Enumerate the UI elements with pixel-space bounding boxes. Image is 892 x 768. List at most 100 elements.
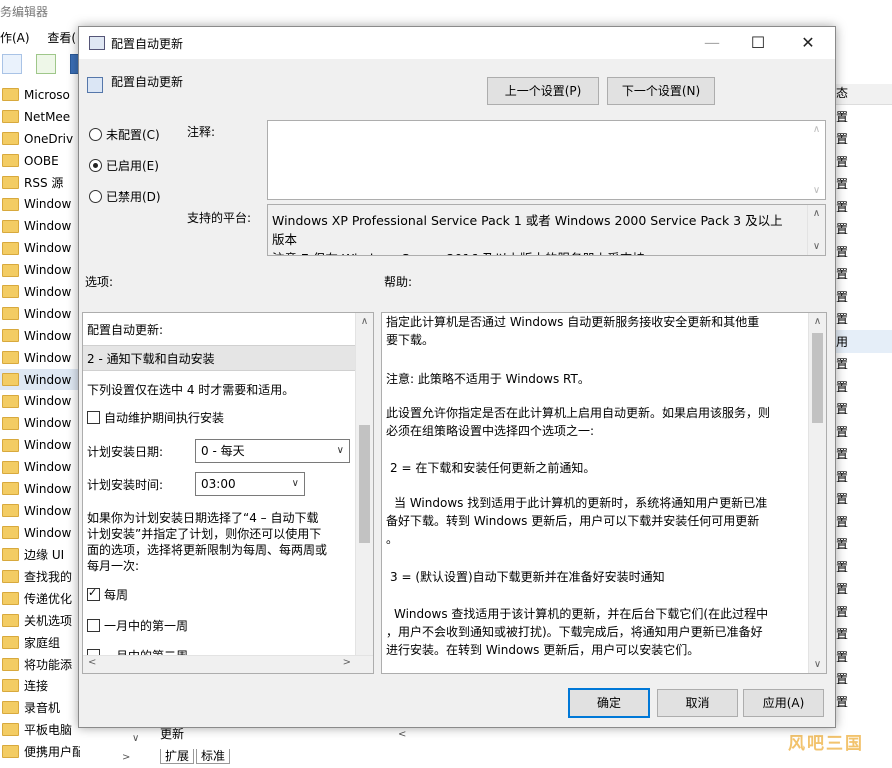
tree-item[interactable]: Window [0,303,80,325]
tree-item[interactable]: Window [0,434,80,456]
tree-item[interactable]: 边缘 UI [0,544,80,566]
setting-state-cell[interactable]: 置 [830,285,892,308]
tree-item[interactable]: Window [0,215,80,237]
tree-item[interactable]: 传递优化 [0,587,80,609]
options-vertical-scrollbar[interactable]: ∧ [355,313,373,656]
setting-state-cell[interactable]: 置 [830,488,892,511]
cancel-button[interactable]: 取消 [657,689,738,717]
install-day-combo[interactable]: 0 - 每天 ∨ [195,439,350,463]
dialog-titlebar[interactable]: 配置自动更新 — ☐ ✕ [79,27,835,59]
scroll-left-icon[interactable]: < [88,657,96,668]
tree-item[interactable]: 家庭组 [0,631,80,653]
maintenance-checkbox[interactable]: 自动维护期间执行安装 [87,409,224,426]
scroll-up-icon[interactable]: ∧ [808,205,825,222]
scroll-right-icon[interactable]: > [343,657,351,668]
tree-item[interactable]: 关机选项 [0,609,80,631]
tree-item[interactable]: Microso [0,84,80,106]
setting-state-cell[interactable]: 置 [830,645,892,668]
weekly-checkbox[interactable]: 每周 [87,586,128,603]
setting-state-cell[interactable]: 置 [830,398,892,421]
platform-scrollbar[interactable]: ∧ ∨ [807,205,825,255]
setting-state-cell[interactable]: 用 [830,330,892,353]
setting-state-cell[interactable]: 置 [830,195,892,218]
tree-item[interactable]: 连接 [0,675,80,697]
tree-item[interactable]: 查找我的 [0,566,80,588]
setting-state-cell[interactable]: 置 [830,308,892,331]
ok-button[interactable]: 确定 [568,688,650,718]
tree-item[interactable]: Window [0,412,80,434]
setting-state-cell[interactable]: 置 [830,240,892,263]
tree-item[interactable]: Window [0,456,80,478]
comment-textarea[interactable]: ∧ ∨ [267,120,826,200]
tree-item[interactable]: Window [0,390,80,412]
tree-item[interactable]: OneDriv [0,128,80,150]
scroll-down-icon[interactable]: ∨ [808,182,825,199]
setting-state-cell[interactable]: 置 [830,150,892,173]
setting-state-cell[interactable]: 置 [830,578,892,601]
list-scroll-left-icon[interactable]: < [398,729,406,740]
setting-state-cell[interactable]: 置 [830,420,892,443]
setting-state-cell[interactable]: 置 [830,105,892,128]
scroll-thumb[interactable] [812,333,823,423]
scroll-down-icon[interactable]: ∨ [809,656,826,673]
setting-state-cell[interactable]: 置 [830,510,892,533]
update-mode-select[interactable]: 2 - 通知下载和自动安装 [83,345,355,371]
tab-standard[interactable]: 标准 [196,749,231,764]
minimize-icon[interactable]: — [689,31,735,55]
state-column-header[interactable]: 态 [830,84,892,105]
tree-item[interactable]: RSS 源 [0,172,80,194]
install-time-combo[interactable]: 03:00 ∨ [195,472,305,496]
scroll-up-icon[interactable]: ∧ [808,121,825,138]
setting-state-cell[interactable]: 置 [830,218,892,241]
scroll-down-icon[interactable]: ∨ [808,238,825,255]
first-week-checkbox[interactable]: 一月中的第一周 [87,617,188,634]
tree-item[interactable]: Window [0,325,80,347]
scroll-thumb[interactable] [359,425,370,543]
close-icon[interactable]: ✕ [785,31,831,55]
maximize-icon[interactable]: ☐ [735,31,781,55]
setting-state-cell[interactable]: 置 [830,533,892,556]
menu-view[interactable]: 查看( [47,31,76,45]
setting-state-cell[interactable]: 置 [830,465,892,488]
setting-state-cell[interactable]: 置 [830,375,892,398]
setting-state-cell[interactable]: 置 [830,555,892,578]
scroll-up-icon[interactable]: ∧ [809,313,826,330]
tree-item[interactable]: Window [0,193,80,215]
next-setting-button[interactable]: 下一个设置(N) [607,77,715,105]
tree-item[interactable]: 录音机 [0,697,80,719]
help-scrollbar[interactable]: ∧ ∨ [808,313,826,673]
setting-state-cell[interactable]: 置 [830,263,892,286]
tree-item[interactable]: Window [0,478,80,500]
radio-disabled[interactable]: 已禁用(D) [89,188,161,205]
tree-item[interactable]: Window [0,368,80,391]
setting-state-cell[interactable]: 置 [830,623,892,646]
apply-button[interactable]: 应用(A) [743,689,824,717]
setting-state-cell[interactable]: 置 [830,173,892,196]
tree-item[interactable]: 将功能添 [0,653,80,675]
radio-enabled[interactable]: 已启用(E) [89,157,159,174]
tree-item[interactable]: Window [0,522,80,544]
radio-not-configured[interactable]: 未配置(C) [89,126,160,143]
tab-extended[interactable]: 扩展 [160,749,195,764]
tree-scroll-right-icon[interactable]: > [122,752,130,763]
tree-item[interactable]: NetMee [0,106,80,128]
tree-item[interactable]: Window [0,237,80,259]
setting-state-cell[interactable]: 置 [830,600,892,623]
previous-setting-button[interactable]: 上一个设置(P) [487,77,599,105]
comment-scrollbar[interactable]: ∧ ∨ [808,121,825,199]
tree-item[interactable]: OOBE [0,150,80,172]
menu-action[interactable]: 作(A) [0,31,30,45]
scroll-up-icon[interactable]: ∧ [356,313,373,330]
tree-item[interactable]: Window [0,347,80,369]
export-icon[interactable] [36,54,56,74]
tree-scroll-down-icon[interactable]: ∨ [132,733,139,744]
setting-state-cell[interactable]: 置 [830,353,892,376]
setting-state-cell[interactable]: 置 [830,690,892,713]
tree-item[interactable]: Window [0,281,80,303]
setting-state-cell[interactable]: 置 [830,128,892,151]
tree-item[interactable]: Window [0,259,80,281]
tree-item[interactable]: Window [0,500,80,522]
view-icon[interactable] [2,54,22,74]
setting-state-cell[interactable]: 置 [830,443,892,466]
options-horizontal-scrollbar[interactable]: < > [83,655,373,673]
